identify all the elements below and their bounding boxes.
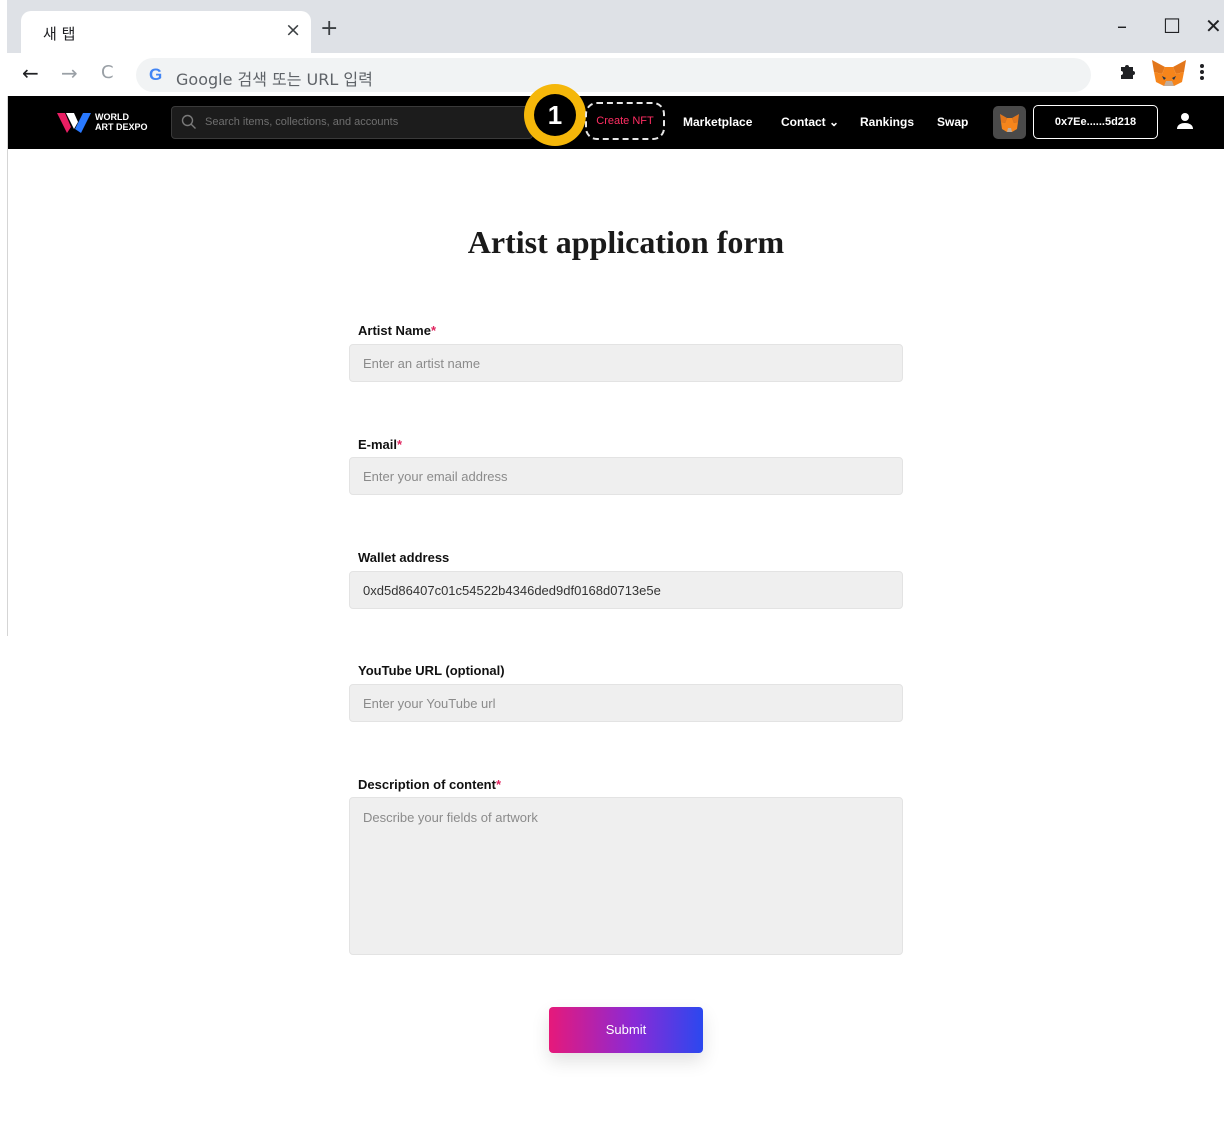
extensions-puzzle-icon[interactable] [1118, 61, 1138, 86]
description-textarea[interactable]: Describe your fields of artwork [349, 797, 903, 955]
youtube-url-label: YouTube URL (optional) [358, 663, 505, 678]
minimize-button[interactable]: – [1117, 16, 1127, 36]
browser-tab[interactable]: 새 탭 × [21, 11, 311, 53]
logo-text: WORLD ART DEXPO [95, 112, 148, 132]
nav-swap[interactable]: Swap [937, 115, 968, 129]
close-window-button[interactable]: ✕ [1205, 16, 1222, 36]
browser-chrome: 새 탭 × + – ☐ ✕ ← → C G Google 검색 또는 URL 입… [7, 0, 1224, 96]
maximize-button[interactable]: ☐ [1163, 16, 1181, 36]
tab-close-icon[interactable]: × [285, 19, 301, 41]
page-title: Artist application form [467, 224, 785, 260]
wallet-address-value: 0xd5d86407c01c54522b4346ded9df0168d0713e… [363, 583, 661, 598]
new-tab-button[interactable]: + [320, 18, 338, 40]
back-button[interactable]: ← [22, 63, 39, 83]
description-placeholder: Describe your fields of artwork [363, 810, 538, 825]
artist-name-label: Artist Name* [358, 323, 437, 338]
youtube-url-input[interactable]: Enter your YouTube url [349, 684, 903, 722]
tab-title: 새 탭 [43, 25, 76, 43]
page: 새 탭 × + – ☐ ✕ ← → C G Google 검색 또는 URL 입… [0, 0, 1224, 1135]
forward-button[interactable]: → [61, 63, 78, 83]
youtube-url-placeholder: Enter your YouTube url [363, 696, 496, 711]
google-icon: G [149, 65, 163, 84]
metamask-fox-icon[interactable] [1150, 58, 1188, 93]
step-number: 1 [534, 94, 576, 136]
site-search-input[interactable]: Search items, collections, and accounts [171, 106, 533, 139]
wallet-address-label: Wallet address [358, 550, 450, 565]
browser-menu-icon[interactable] [1200, 64, 1206, 84]
nav-rankings[interactable]: Rankings [860, 115, 914, 129]
search-icon [181, 114, 197, 135]
user-profile-icon[interactable] [1176, 112, 1194, 135]
email-input[interactable]: Enter your email address [349, 457, 903, 495]
nav-contact[interactable]: Contact ⌄ [781, 115, 839, 129]
create-nft-link[interactable]: Create NFT [585, 102, 665, 140]
window-edge [7, 96, 8, 636]
address-bar[interactable]: G Google 검색 또는 URL 입력 [136, 58, 1091, 92]
wallet-address-input[interactable]: 0xd5d86407c01c54522b4346ded9df0168d0713e… [349, 571, 903, 609]
browser-toolbar: ← → C G Google 검색 또는 URL 입력 [7, 53, 1224, 96]
nav-marketplace[interactable]: Marketplace [683, 115, 752, 129]
artist-name-placeholder: Enter an artist name [363, 356, 481, 371]
description-label: Description of content* [358, 777, 502, 792]
address-bar-placeholder: Google 검색 또는 URL 입력 [176, 70, 373, 89]
submit-button[interactable]: Submit [549, 1007, 703, 1053]
world-art-dexpo-logo[interactable]: WORLD ART DEXPO [57, 110, 157, 136]
reload-button[interactable]: C [101, 64, 114, 82]
fox-icon [1000, 114, 1019, 132]
wallet-address-button[interactable]: 0x7Ee......5d218 [1033, 105, 1158, 139]
step-badge: 1 [524, 84, 586, 146]
search-placeholder: Search items, collections, and accounts [205, 116, 399, 128]
metamask-button[interactable] [993, 106, 1026, 139]
artist-name-input[interactable]: Enter an artist name [349, 344, 903, 382]
email-label: E-mail* [358, 437, 403, 452]
email-placeholder: Enter your email address [363, 469, 508, 484]
